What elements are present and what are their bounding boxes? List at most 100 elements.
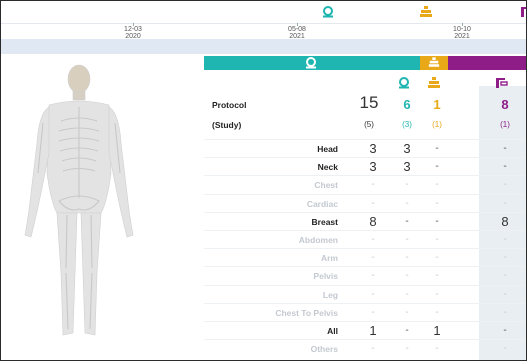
total-count: -	[371, 179, 375, 191]
ct-count: (3)	[402, 120, 412, 129]
total-count: 1	[369, 323, 377, 338]
mammo-count: 8	[501, 213, 509, 229]
mammo-count: -	[503, 252, 507, 264]
region-label: Chest	[314, 180, 338, 191]
anatomy-body-figure[interactable]	[19, 63, 169, 348]
region-label: Cardiac	[306, 198, 338, 209]
region-label: Neck	[317, 162, 338, 173]
mammo-icon[interactable]	[521, 5, 526, 17]
xray-count: -	[435, 161, 439, 173]
total-count: -	[371, 288, 375, 300]
total-count: 8	[369, 213, 377, 229]
mammo-count: -	[503, 325, 507, 336]
xray-count: 1	[433, 323, 441, 338]
xray-count: (1)	[432, 120, 442, 129]
region-label: Head	[317, 144, 338, 154]
mammo-count: (1)	[500, 120, 510, 129]
ct-count: -	[405, 288, 409, 300]
ct-icon[interactable]	[321, 5, 335, 18]
tick-date: 10-10	[453, 26, 471, 33]
ct-count: -	[405, 215, 409, 227]
mammo-count: -	[503, 234, 507, 245]
mammo-count: 8	[501, 97, 509, 112]
mammo-icon[interactable]	[496, 76, 510, 90]
xray-header-strip	[420, 56, 448, 70]
xray-count: -	[435, 215, 439, 227]
xray-count: 1	[433, 97, 441, 112]
region-row[interactable]: Neck 3 3 - -	[204, 158, 526, 175]
xray-count: -	[435, 143, 439, 154]
timeline[interactable]: 12-03 2020 05-08 2021 10-10 2021	[1, 1, 526, 40]
mammo-count: -	[503, 161, 507, 173]
total-count: -	[371, 252, 375, 264]
xray-count: -	[435, 197, 439, 209]
region-label: Breast	[311, 216, 338, 227]
region-label: All	[327, 326, 338, 336]
ct-count: -	[405, 252, 409, 264]
ct-header-strip	[204, 56, 420, 70]
ct-count: -	[405, 234, 409, 245]
row-label: Protocol	[212, 100, 247, 110]
ct-count: -	[405, 306, 409, 318]
total-count: 3	[369, 159, 377, 175]
region-row[interactable]: Others - - - -	[204, 340, 526, 357]
total-count: 3	[369, 141, 377, 156]
total-count: -	[371, 306, 375, 318]
region-label: Leg	[322, 289, 338, 300]
xray-icon	[428, 57, 440, 67]
region-row[interactable]: Arm - - - -	[204, 249, 526, 266]
row-label: (Study)	[212, 120, 242, 130]
region-label: Chest To Pelvis	[275, 307, 338, 318]
region-row[interactable]: Cardiac - - - -	[204, 195, 526, 212]
region-label: Others	[310, 344, 338, 355]
ct-count: 6	[403, 97, 411, 112]
xray-icon[interactable]	[427, 76, 441, 90]
mammo-count: -	[503, 343, 507, 355]
ct-count: -	[405, 197, 409, 209]
xray-count: -	[435, 288, 439, 300]
total-count: -	[371, 343, 375, 355]
xray-count: -	[435, 179, 439, 191]
ct-count: -	[405, 343, 409, 355]
mammo-count: -	[503, 288, 507, 300]
total-count: -	[371, 197, 375, 209]
xray-count: -	[435, 343, 439, 355]
ct-count: -	[405, 270, 409, 282]
region-row[interactable]: Leg - - - -	[204, 286, 526, 303]
region-label: Pelvis	[313, 271, 338, 282]
region-row[interactable]: Chest - - - -	[204, 176, 526, 193]
mammo-count: -	[503, 179, 507, 191]
timeline-tick: 10-10 2021	[432, 23, 492, 40]
total-count: (5)	[364, 120, 374, 129]
xray-count: -	[435, 306, 439, 318]
tick-date: 05-08	[288, 26, 306, 33]
mammo-count: -	[503, 197, 507, 209]
region-row[interactable]: Breast 8 - - 8	[204, 213, 526, 230]
mammo-count: -	[503, 143, 507, 154]
region-row[interactable]: All 1 - 1 -	[204, 322, 526, 339]
ct-icon	[306, 57, 316, 69]
ct-count: 3	[403, 159, 411, 175]
xray-count: -	[435, 234, 439, 245]
tick-date: 12-03	[124, 26, 142, 33]
total-count: -	[371, 270, 375, 282]
xray-icon[interactable]	[419, 5, 433, 17]
region-label: Abdomen	[298, 235, 338, 245]
protocol-row: Protocol 15 6 1 8	[204, 93, 526, 113]
region-row[interactable]: Head 3 3 - -	[204, 140, 526, 157]
ct-count: -	[405, 179, 409, 191]
xray-count: -	[435, 270, 439, 282]
ct-icon[interactable]	[397, 76, 411, 90]
region-row[interactable]: Chest To Pelvis - - - -	[204, 304, 526, 321]
timeline-scroll-band[interactable]	[1, 39, 526, 54]
region-label: Arm	[320, 253, 338, 264]
study-row: (Study) (5) (3) (1) (1)	[204, 116, 526, 133]
modality-icon-row	[204, 74, 526, 92]
ct-count: -	[405, 325, 409, 336]
ct-count: 3	[403, 141, 411, 156]
mammo-count: -	[503, 306, 507, 318]
timeline-tick: 12-03 2020	[103, 23, 163, 40]
xray-count: -	[435, 252, 439, 264]
region-row[interactable]: Pelvis - - - -	[204, 267, 526, 284]
region-row[interactable]: Abdomen - - - -	[204, 231, 526, 248]
